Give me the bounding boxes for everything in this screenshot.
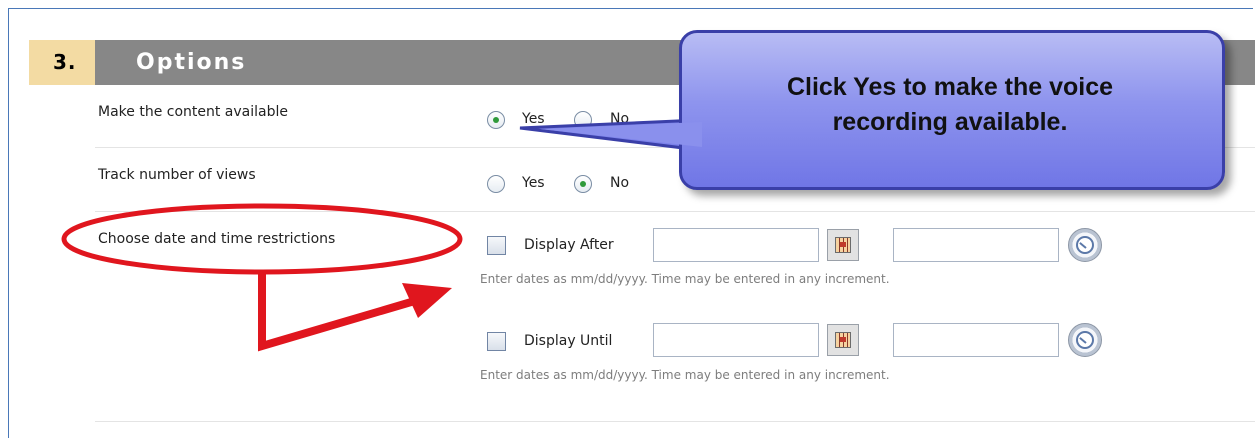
callout-line-1: Click Yes to make the voice (786, 73, 1114, 101)
callout-line-2: recording available. (832, 108, 1068, 136)
callout-pointer-cover (540, 122, 702, 147)
callout-text: Click Yes to make the voice recording av… (700, 70, 1200, 140)
